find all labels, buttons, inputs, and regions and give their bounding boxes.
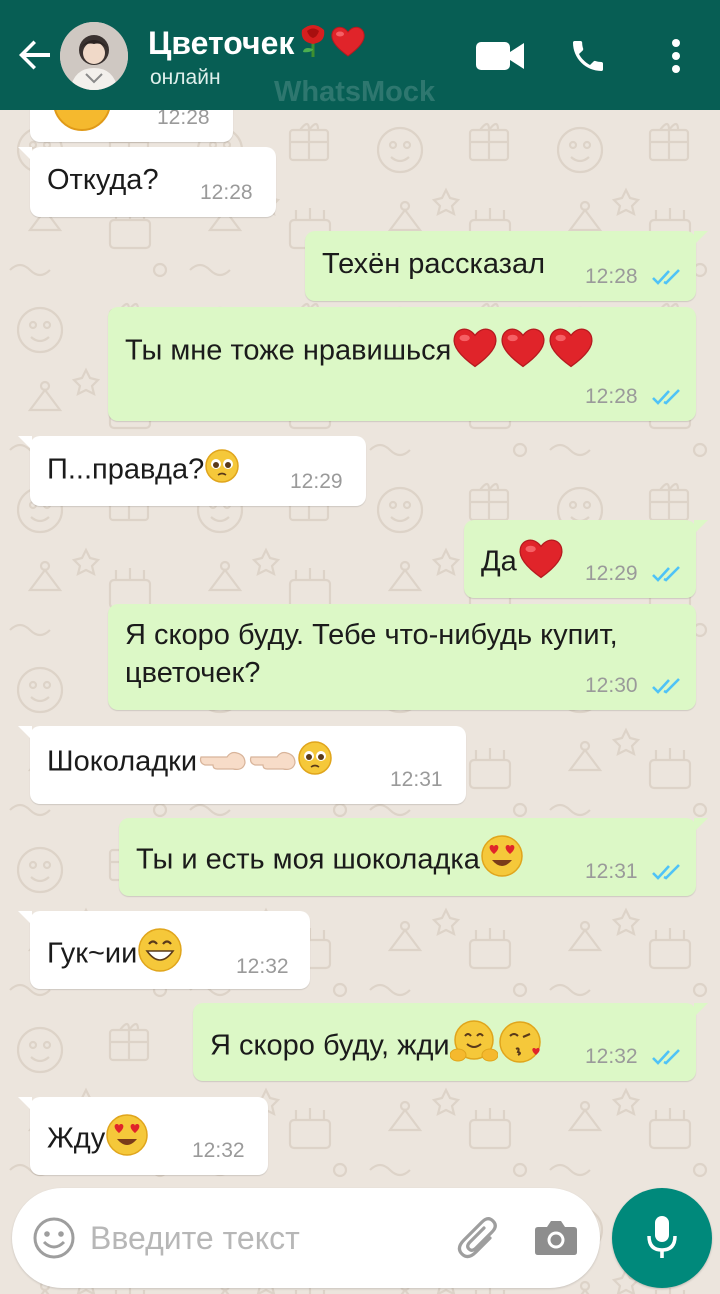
mic-button[interactable]: [612, 1188, 712, 1288]
message-text-row: Да: [481, 536, 565, 590]
message-time: 12:32: [192, 1139, 245, 1162]
heart-eyes-emoji: [105, 1113, 149, 1167]
message-text: П...правда?: [47, 453, 205, 486]
message-time: 12:29: [585, 562, 638, 585]
message-bubble-incoming[interactable]: Жду 12:32: [18, 1097, 268, 1175]
emoji-icon[interactable]: [32, 1216, 76, 1260]
message-text-row: Гук~ии: [47, 927, 183, 983]
message-text: Ты и есть моя шоколадка: [136, 843, 480, 876]
red-heart-emoji: [547, 325, 595, 379]
message-text: Шоколадки: [47, 745, 198, 778]
message-bubble-incoming[interactable]: 12:28: [30, 110, 233, 142]
message-input[interactable]: Введите текст: [90, 1220, 300, 1257]
message-bubble-outgoing[interactable]: Ты мне тоже нравишься 12:28: [108, 307, 696, 421]
red-heart-emoji: [517, 536, 565, 590]
pointing-left-hand-emoji: [247, 743, 297, 783]
more-vert-icon[interactable]: [666, 38, 686, 74]
red-heart-emoji: [330, 24, 366, 66]
red-heart-emoji: [499, 325, 547, 379]
message-text-row: Ты мне тоже нравишься: [125, 325, 595, 379]
message-text-row: Я скоро буду, жди: [210, 1019, 546, 1075]
contact-status: онлайн: [150, 66, 221, 89]
pointing-left-hand-emoji: [197, 743, 247, 783]
contact-name[interactable]: Цветочек: [148, 22, 366, 66]
message-bubble-outgoing[interactable]: Техён рассказал 12:28: [305, 231, 708, 301]
message-bubble-outgoing[interactable]: Ты и есть моя шоколадка 12:31: [119, 818, 708, 896]
message-text: Да: [481, 545, 517, 578]
message-time: 12:31: [390, 768, 443, 791]
mic-icon: [647, 1216, 677, 1258]
camera-icon[interactable]: [534, 1218, 578, 1256]
heart-eyes-emoji: [480, 834, 524, 888]
message-time: 12:32: [585, 1045, 638, 1068]
watermark: WhatsMock: [274, 76, 436, 108]
phone-call-icon[interactable]: [568, 36, 608, 76]
hugging-face-emoji: [449, 1019, 499, 1075]
rose-emoji: [296, 22, 330, 66]
message-text: Откуда?: [47, 164, 159, 196]
read-receipt-icon: [652, 864, 680, 880]
read-receipt-icon: [652, 389, 680, 405]
message-bubble-incoming[interactable]: Откуда? 12:28: [18, 147, 276, 217]
message-time: 12:31: [585, 860, 638, 883]
message-time: 12:28: [200, 181, 253, 204]
pleading-face-emoji: [204, 448, 240, 494]
pleading-face-emoji: [297, 740, 333, 786]
read-receipt-icon: [652, 1049, 680, 1065]
message-bubble-outgoing[interactable]: Я скоро буду, жди 12:32: [193, 1003, 708, 1081]
back-arrow-icon[interactable]: [14, 34, 56, 76]
message-text: Жду: [47, 1122, 106, 1155]
message-time: 12:28: [585, 265, 638, 288]
message-text: Я скоро буду, жди: [210, 1029, 450, 1062]
message-text-row: Шоколадки: [47, 740, 333, 786]
read-receipt-icon: [652, 678, 680, 694]
message-bubble-incoming[interactable]: П...правда? 12:29: [18, 436, 366, 506]
chat-header: Цветочек онлайн WhatsMock: [0, 0, 720, 110]
message-text-row: Ты и есть моя шоколадка: [136, 834, 524, 888]
message-text: Гук~ии: [47, 937, 138, 970]
message-bubble-incoming[interactable]: Гук~ии 12:32: [18, 911, 310, 989]
contact-avatar[interactable]: [60, 22, 128, 90]
message-input-bar[interactable]: Введите текст: [12, 1188, 600, 1288]
chat-area[interactable]: 12:28 Откуда? 12:28 Техён рассказал 12:2…: [0, 110, 720, 1294]
read-receipt-icon: [652, 269, 680, 285]
message-bubble-incoming[interactable]: Шоколадки 12:31: [18, 726, 466, 804]
message-text: Ты мне тоже нравишься: [125, 334, 452, 367]
message-bubble-outgoing[interactable]: Я скоро буду. Тебе что-нибудь купит, цве…: [108, 604, 696, 710]
grinning-face-emoji: [52, 110, 112, 140]
red-heart-emoji: [451, 325, 499, 379]
message-bubble-outgoing[interactable]: Да 12:29: [464, 520, 708, 598]
grinning-face-emoji: [137, 927, 183, 983]
attach-icon[interactable]: [454, 1214, 502, 1262]
message-text: Техён рассказал: [322, 248, 546, 280]
message-time: 12:28: [585, 385, 638, 408]
message-text-row: П...правда?: [47, 448, 240, 494]
message-time: 12:29: [290, 470, 343, 493]
message-text-row: Жду: [47, 1113, 149, 1167]
video-call-icon[interactable]: [476, 40, 524, 72]
read-receipt-icon: [652, 566, 680, 582]
message-time: 12:30: [585, 674, 638, 697]
message-time: 12:28: [157, 110, 210, 129]
contact-name-text: Цветочек: [148, 25, 295, 61]
face-blowing-kiss-emoji: [498, 1019, 546, 1075]
message-time: 12:32: [236, 955, 289, 978]
